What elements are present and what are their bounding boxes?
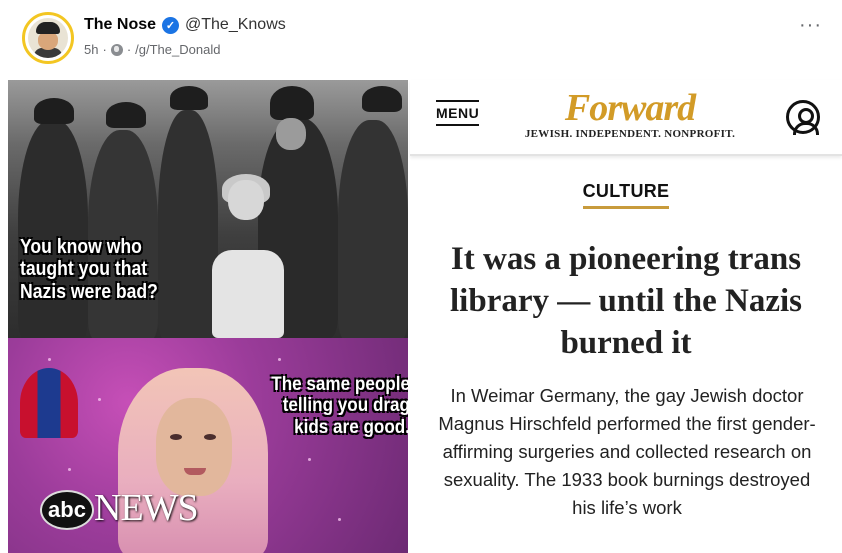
account-icon[interactable]: [786, 100, 820, 135]
post-header: The Nose ✓ @The_Knows 5h · · /g/The_Dona…: [0, 0, 842, 74]
meme-bottom-panel: The same people telling you drag kids ar…: [8, 338, 408, 553]
post-image[interactable]: You know who taught you that Nazis were …: [8, 80, 842, 553]
section-label[interactable]: CULTURE: [582, 181, 670, 209]
verified-badge-icon: ✓: [162, 16, 180, 34]
article-dek: In Weimar Germany, the gay Jewish doctor…: [438, 385, 816, 518]
meme-bottom-caption: The same people telling you drag kids ar…: [271, 374, 408, 438]
meme-top-caption: You know who taught you that Nazis were …: [20, 236, 158, 303]
meme-top-panel: You know who taught you that Nazis were …: [8, 80, 408, 338]
article-screenshot: MENU Forward JEWISH. INDEPENDENT. NONPRO…: [410, 80, 842, 553]
article-headline: It was a pioneering trans library — unti…: [450, 241, 802, 361]
author-handle[interactable]: @The_Knows: [185, 16, 286, 34]
globe-icon: [110, 43, 123, 56]
separator-dot: ·: [102, 42, 107, 57]
news-wordmark: NEWS: [94, 487, 199, 529]
site-tagline: JEWISH. INDEPENDENT. NONPROFIT.: [524, 128, 736, 140]
author-avatar[interactable]: [22, 12, 74, 64]
forward-logo[interactable]: Forward: [550, 86, 710, 130]
author-name[interactable]: The Nose: [84, 16, 156, 34]
more-options-icon[interactable]: ···: [799, 14, 822, 37]
helmet-prop: [20, 368, 78, 438]
menu-button[interactable]: MENU: [436, 100, 480, 126]
group-link[interactable]: /g/The_Donald: [135, 42, 220, 57]
section-tag: CULTURE: [410, 181, 842, 209]
post-time[interactable]: 5h: [84, 42, 98, 57]
site-header: MENU Forward JEWISH. INDEPENDENT. NONPRO…: [410, 80, 842, 156]
separator-dot: ·: [126, 42, 132, 57]
post-meta: 5h · · /g/The_Donald: [84, 42, 220, 57]
author-line: The Nose ✓ @The_Knows: [84, 16, 286, 34]
avatar-image: [28, 18, 68, 58]
abc-logo: abc: [40, 490, 94, 530]
